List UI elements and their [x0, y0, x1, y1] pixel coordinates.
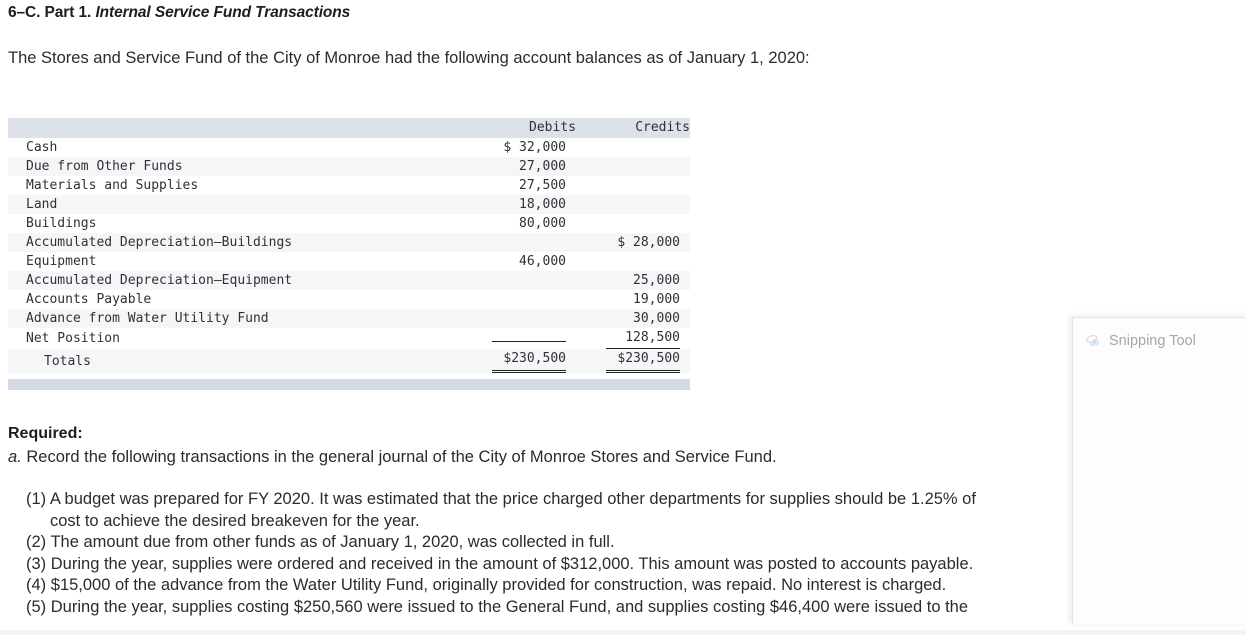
- transaction-text: A budget was prepared for FY 2020. It wa…: [49, 490, 976, 508]
- table-header: Debits Credits: [8, 118, 690, 138]
- list-item: (5) During the year, supplies costing $2…: [26, 597, 1236, 619]
- cell-account: Due from Other Funds: [26, 159, 183, 174]
- list-item: (4) $15,000 of the advance from the Wate…: [26, 575, 1236, 597]
- cell-credit: 19,000: [633, 292, 680, 307]
- cell-credit: [576, 195, 690, 214]
- required-item-a-marker: a.: [8, 448, 22, 466]
- table-row: Net Position 128,500: [8, 328, 690, 349]
- cell-account: Net Position: [26, 331, 120, 346]
- table-row: Buildings 80,000: [8, 214, 690, 233]
- cell-debit-value: [492, 340, 566, 342]
- cell-debit: [464, 271, 576, 290]
- cell-debit: [464, 328, 576, 349]
- trial-balance-table: Debits Credits Cash $ 32,000 Due from Oth…: [8, 118, 690, 373]
- transaction-marker: (4): [26, 576, 47, 594]
- cell-credit: 30,000: [633, 311, 680, 326]
- table-totals-row: Totals $230,500 $230,500: [8, 349, 690, 373]
- totals-debit: $230,500: [464, 349, 576, 373]
- cell-credit: [576, 176, 690, 195]
- cell-debit: 27,000: [519, 159, 566, 174]
- cell-account: Advance from Water Utility Fund: [26, 311, 269, 326]
- cell-account: Equipment: [26, 254, 97, 269]
- cell-account: Land: [26, 197, 58, 212]
- required-item-a: a. Record the following transactions in …: [8, 448, 777, 467]
- table-row: Cash $ 32,000: [8, 138, 690, 157]
- cell-debit: [464, 233, 576, 252]
- list-item: (1) A budget was prepared for FY 2020. I…: [26, 489, 1236, 532]
- totals-label: Totals: [44, 353, 91, 369]
- transaction-text-cont: cost to achieve the desired breakeven fo…: [50, 511, 420, 530]
- transaction-list: (1) A budget was prepared for FY 2020. I…: [26, 489, 1236, 618]
- cell-credit: [576, 252, 690, 271]
- transaction-marker: (3): [26, 554, 47, 573]
- cell-credit: [576, 138, 690, 157]
- snipping-tool-body[interactable]: [1073, 356, 1246, 616]
- cell-credit: 25,000: [633, 273, 680, 288]
- snipping-tool-title: Snipping Tool: [1109, 333, 1196, 349]
- table-row: Equipment 46,000: [8, 252, 690, 271]
- cell-debit: [464, 290, 576, 309]
- table-row: Accumulated Depreciation–Buildings $ 28,0…: [8, 233, 690, 252]
- column-header-account: [8, 118, 464, 138]
- page-title-prefix: 6–C. Part 1.: [8, 4, 92, 21]
- cell-account: Buildings: [26, 216, 97, 231]
- table-row: Accumulated Depreciation–Equipment 25,000: [8, 271, 690, 290]
- snipping-tool-titlebar[interactable]: Snipping Tool: [1073, 318, 1246, 356]
- cell-account: Materials and Supplies: [26, 178, 199, 193]
- column-header-credits: Credits: [576, 118, 690, 138]
- page-title: 6–C. Part 1. Internal Service Fund Trans…: [8, 4, 350, 22]
- scissors-icon: [1086, 334, 1099, 346]
- table-row: Materials and Supplies 27,500: [8, 176, 690, 195]
- transaction-text: During the year, supplies were ordered a…: [50, 554, 974, 573]
- table-row: Due from Other Funds 27,000: [8, 157, 690, 176]
- table-header-row: Debits Credits: [8, 118, 690, 138]
- cell-debit: [464, 309, 576, 328]
- cell-account: Accumulated Depreciation–Equipment: [26, 273, 293, 288]
- transaction-marker: (2): [26, 533, 47, 551]
- table-row: Accounts Payable 19,000: [8, 290, 690, 309]
- transaction-marker: (5): [26, 597, 47, 616]
- required-label: Required:: [8, 425, 83, 442]
- cell-account: Accumulated Depreciation–Buildings: [26, 235, 293, 250]
- transaction-marker: (1): [26, 490, 47, 508]
- table-footer-bar: [8, 379, 690, 390]
- cell-debit: 18,000: [519, 197, 566, 212]
- cell-account: Cash: [26, 140, 58, 155]
- transaction-text: The amount due from other funds as of Ja…: [50, 533, 615, 551]
- intro-paragraph: The Stores and Service Fund of the City …: [8, 49, 810, 67]
- cell-credit: [576, 214, 690, 233]
- totals-credit: $230,500: [576, 349, 690, 373]
- cell-credit-value: 128,500: [606, 328, 680, 349]
- table-row: Advance from Water Utility Fund 30,000: [8, 309, 690, 328]
- transaction-text: $15,000 of the advance from the Water Ut…: [50, 576, 947, 594]
- cell-credit: 128,500: [576, 328, 690, 349]
- cell-debit: $ 32,000: [503, 140, 566, 155]
- cell-credit: [576, 157, 690, 176]
- table-row: Land 18,000: [8, 195, 690, 214]
- list-item: (2) The amount due from other funds as o…: [26, 532, 1236, 554]
- required-item-a-text: Record the following transactions in the…: [26, 448, 777, 466]
- page-bottom-strip: [0, 630, 1246, 635]
- column-header-debits: Debits: [464, 118, 576, 138]
- cell-debit: 80,000: [519, 216, 566, 231]
- cell-debit: 27,500: [519, 178, 566, 193]
- transaction-text: During the year, supplies costing $250,5…: [50, 597, 969, 616]
- snipping-tool-panel[interactable]: Snipping Tool: [1072, 317, 1246, 624]
- table-body: Cash $ 32,000 Due from Other Funds 27,000 …: [8, 138, 690, 373]
- cell-debit: 46,000: [519, 254, 566, 269]
- page-title-name: Internal Service Fund Transactions: [95, 4, 351, 21]
- cell-account: Accounts Payable: [26, 292, 152, 307]
- totals-debit-value: $230,500: [492, 349, 566, 373]
- list-item: (3) During the year, supplies were order…: [26, 554, 1236, 576]
- totals-credit-value: $230,500: [606, 349, 680, 373]
- cell-credit: $ 28,000: [617, 235, 680, 250]
